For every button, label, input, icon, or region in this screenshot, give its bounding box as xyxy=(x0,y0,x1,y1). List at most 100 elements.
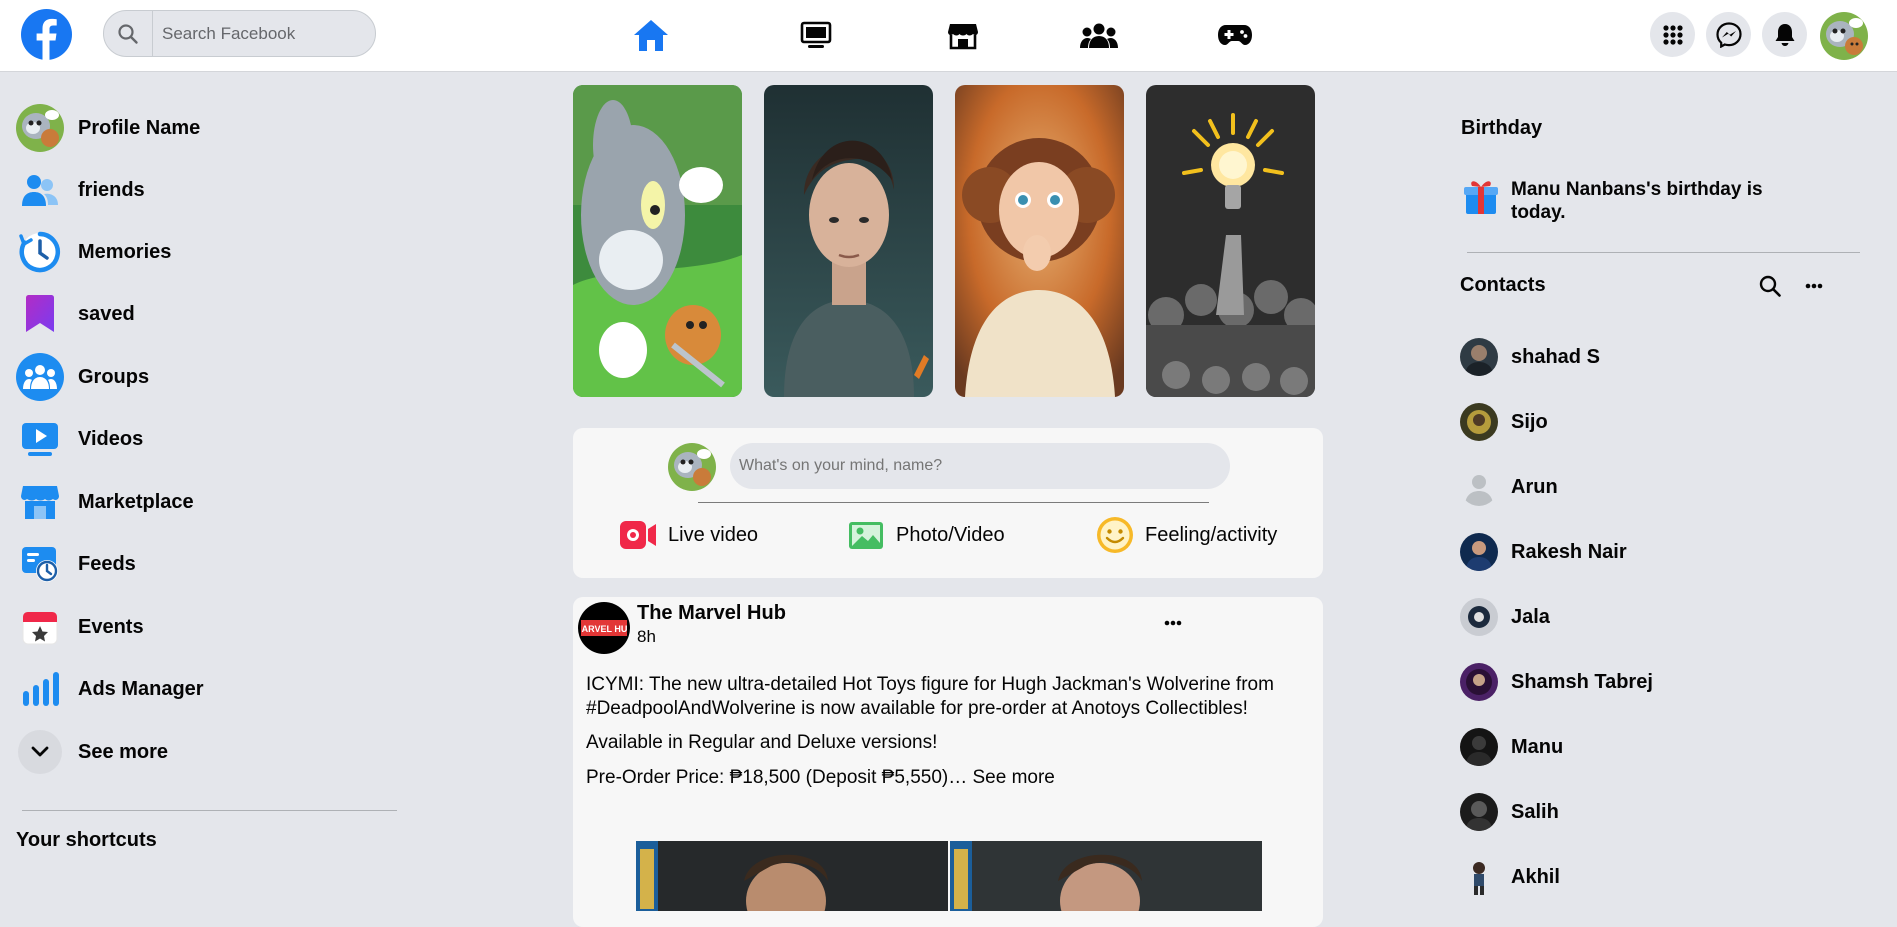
sidebar-item-saved[interactable]: saved xyxy=(16,289,135,339)
chevron-down-icon xyxy=(18,730,62,774)
marketplace-icon[interactable] xyxy=(942,14,984,56)
action-label: Feeling/activity xyxy=(1145,523,1278,546)
contact-item[interactable]: Rakesh Nair xyxy=(1460,532,1627,572)
contact-name: Akhil xyxy=(1511,865,1560,888)
home-icon[interactable] xyxy=(630,14,672,56)
menu-grid-icon[interactable] xyxy=(1650,12,1695,57)
search-box[interactable] xyxy=(103,10,376,57)
post-image[interactable] xyxy=(636,841,1262,927)
action-label: Live video xyxy=(668,523,759,546)
sidebar-divider xyxy=(22,810,397,811)
birthday-text[interactable]: Manu Nanbans's birthday is today. xyxy=(1511,178,1811,224)
contact-item[interactable]: Shamsh Tabrej xyxy=(1460,662,1653,702)
sidebar-item-label: friends xyxy=(78,178,145,201)
composer-input[interactable] xyxy=(730,443,1230,489)
events-icon xyxy=(16,603,64,651)
sidebar-item-ads-manager[interactable]: Ads Manager xyxy=(16,664,204,714)
post-author-avatar[interactable]: MARVEL HUB xyxy=(578,602,630,654)
contact-item[interactable]: Sijo xyxy=(1460,402,1548,442)
sidebar-item-events[interactable]: Events xyxy=(16,602,144,652)
sidebar-item-label: Groups xyxy=(78,365,150,388)
photo-video-icon xyxy=(846,515,886,555)
contact-name: Jala xyxy=(1511,605,1550,628)
contact-avatar xyxy=(1460,728,1498,766)
contact-item[interactable]: Jala xyxy=(1460,597,1550,637)
sidebar-item-label: Profile Name xyxy=(78,116,201,139)
contact-name: Rakesh Nair xyxy=(1511,540,1627,563)
contact-item[interactable]: Manu xyxy=(1460,727,1563,767)
post-composer: Live video Photo/Video Feeling/activity xyxy=(573,428,1323,578)
more-options-icon[interactable] xyxy=(1800,276,1828,296)
post-text: Available in Regular and Deluxe versions… xyxy=(586,732,938,753)
sidebar-item-groups[interactable]: Groups xyxy=(16,352,149,402)
story-girl[interactable] xyxy=(955,85,1124,397)
sidebar-item-label: saved xyxy=(78,302,135,325)
videos-icon xyxy=(16,415,64,463)
contact-name: shahad S xyxy=(1511,345,1600,368)
facebook-logo-icon[interactable] xyxy=(21,9,72,60)
contact-name: Arun xyxy=(1511,475,1558,498)
feed-post: MARVEL HUB The Marvel Hub 8h ICYMI: The … xyxy=(573,597,1323,927)
search-icon xyxy=(117,23,139,45)
story-lightbulb[interactable] xyxy=(1146,85,1315,397)
notifications-icon[interactable] xyxy=(1762,12,1807,57)
ads-manager-icon xyxy=(16,665,64,713)
gift-icon xyxy=(1461,176,1501,216)
contact-item[interactable]: Salih xyxy=(1460,792,1559,832)
post-author-avatar-text: MARVEL HUB xyxy=(581,624,627,634)
post-text: ICYMI: The new ultra-detailed Hot Toys f… xyxy=(586,674,1274,719)
composer-divider xyxy=(698,502,1209,503)
friends-icon xyxy=(16,166,64,214)
sidebar-item-label: Marketplace xyxy=(78,490,194,513)
feeling-activity-button[interactable]: Feeling/activity xyxy=(1095,513,1277,557)
sidebar-item-friends[interactable]: friends xyxy=(16,165,145,215)
contact-avatar xyxy=(1460,338,1498,376)
story-cartoon[interactable] xyxy=(573,85,742,397)
saved-icon xyxy=(16,290,64,338)
contact-name: Shamsh Tabrej xyxy=(1511,670,1653,693)
birthday-heading: Birthday xyxy=(1461,117,1543,139)
contact-item[interactable]: Arun xyxy=(1460,467,1558,507)
post-timestamp[interactable]: 8h xyxy=(637,627,656,647)
sidebar-item-label: Events xyxy=(78,615,144,638)
contact-avatar xyxy=(1460,598,1498,636)
contact-avatar xyxy=(1460,468,1498,506)
sidebar-item-videos[interactable]: Videos xyxy=(16,414,143,464)
memories-icon xyxy=(16,228,64,276)
contact-name: Manu xyxy=(1511,735,1564,758)
post-text[interactable]: Pre-Order Price: ₱18,500 (Deposit ₱5,550… xyxy=(586,766,1316,790)
marketplace-icon xyxy=(16,478,64,526)
messenger-icon[interactable] xyxy=(1706,12,1751,57)
sidebar-item-label: Ads Manager xyxy=(78,677,204,700)
watch-icon[interactable] xyxy=(795,14,837,56)
contact-avatar xyxy=(1460,663,1498,701)
contacts-heading: Contacts xyxy=(1460,274,1546,296)
feeds-icon xyxy=(16,540,64,588)
sidebar-item-feeds[interactable]: Feeds xyxy=(16,539,136,589)
feeling-icon xyxy=(1095,515,1135,555)
photo-video-button[interactable]: Photo/Video xyxy=(846,513,1005,557)
contact-item[interactable]: Akhil xyxy=(1460,857,1560,897)
profile-avatar xyxy=(16,104,64,152)
sidebar-item-marketplace[interactable]: Marketplace xyxy=(16,477,194,527)
groups-icon xyxy=(16,353,64,401)
groups-icon[interactable] xyxy=(1078,14,1120,56)
see-more-button[interactable]: See more xyxy=(16,727,168,777)
contact-item[interactable]: shahad S xyxy=(1460,337,1600,377)
sidebar-item-label: Videos xyxy=(78,427,144,450)
post-author-name[interactable]: The Marvel Hub xyxy=(637,602,786,625)
more-options-icon[interactable] xyxy=(1158,613,1188,633)
sidebar-item-label: Feeds xyxy=(78,552,136,575)
profile-avatar[interactable] xyxy=(1820,12,1868,60)
sidebar-item-memories[interactable]: Memories xyxy=(16,227,171,277)
live-video-button[interactable]: Live video xyxy=(618,513,758,557)
sidebar-item-label: Memories xyxy=(78,240,172,263)
search-contacts-icon[interactable] xyxy=(1758,274,1782,298)
story-boy[interactable] xyxy=(764,85,933,397)
contact-avatar xyxy=(1460,858,1498,896)
search-input[interactable] xyxy=(160,21,364,47)
contact-avatar xyxy=(1460,533,1498,571)
gaming-icon[interactable] xyxy=(1214,14,1256,56)
contact-avatar xyxy=(1460,793,1498,831)
sidebar-item-profile[interactable]: Profile Name xyxy=(16,103,200,153)
